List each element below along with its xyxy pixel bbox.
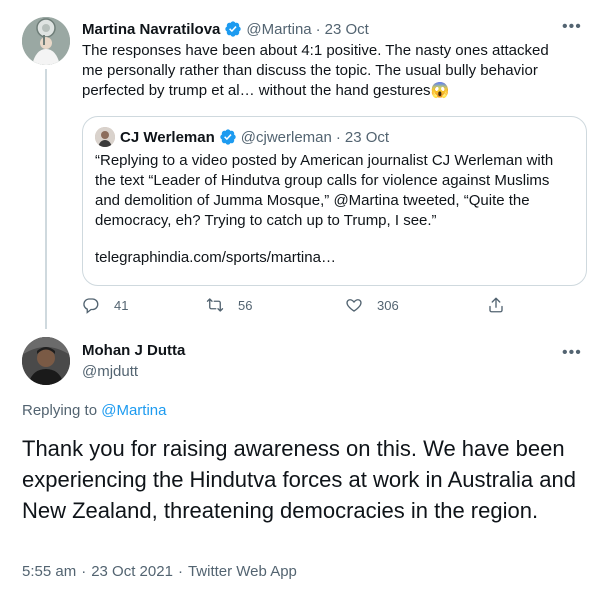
header-separator: · xyxy=(315,20,321,38)
quoted-author-avatar xyxy=(95,127,115,147)
avatar-image xyxy=(22,17,70,65)
author-avatar[interactable] xyxy=(22,17,70,65)
author-name[interactable]: Martina Navratilova xyxy=(82,21,220,38)
tweet-source[interactable]: Twitter Web App xyxy=(188,563,297,580)
share-button[interactable] xyxy=(487,296,505,314)
quoted-tweet-header: CJ Werleman @cjwerleman · 23 Oct xyxy=(120,126,389,148)
quoted-tweet-text: “Replying to a video posted by American … xyxy=(95,152,554,229)
like-button[interactable]: 306 xyxy=(345,296,399,314)
quoted-avatar-image xyxy=(95,127,115,147)
reply-icon xyxy=(83,298,99,314)
more-options-icon[interactable]: ••• xyxy=(562,344,582,362)
author-name[interactable]: Mohan J Dutta xyxy=(82,342,185,359)
tweet-time[interactable]: 5:55 am xyxy=(22,563,76,580)
replying-to-line: Replying to @Martina xyxy=(22,402,166,419)
reply-count: 41 xyxy=(114,297,129,313)
quoted-tweet-card[interactable]: CJ Werleman @cjwerleman · 23 Oct “Replyi… xyxy=(82,116,587,286)
verified-badge-icon xyxy=(225,21,242,37)
quoted-author-handle: @cjwerleman xyxy=(240,128,332,146)
replying-to-prefix: Replying to xyxy=(22,402,98,419)
retweet-count: 56 xyxy=(238,297,253,313)
thread-connector-line xyxy=(45,69,47,329)
retweet-button[interactable]: 56 xyxy=(206,296,252,314)
verified-badge-icon xyxy=(220,129,236,145)
quoted-header-separator: · xyxy=(335,128,341,146)
quoted-tweet-link[interactable]: telegraphindia.com/sports/martina… xyxy=(95,248,570,268)
quoted-tweet-date: 23 Oct xyxy=(344,128,390,146)
tweet-text: Thank you for raising awareness on this.… xyxy=(22,436,576,523)
tweet-header: Martina Navratilova @Martina · 23 Oct xyxy=(82,18,369,40)
meta-separator-1: · xyxy=(81,563,87,580)
tweet-date[interactable]: 23 Oct 2021 xyxy=(91,563,173,580)
reply-button[interactable]: 41 xyxy=(82,296,128,314)
author-avatar[interactable] xyxy=(22,337,70,385)
share-icon xyxy=(489,297,503,313)
more-options-icon[interactable]: ••• xyxy=(562,18,582,36)
meta-separator-2: · xyxy=(177,563,183,580)
avatar-image xyxy=(22,337,70,385)
tweet-meta: 5:55 am · 23 Oct 2021 · Twitter Web App xyxy=(22,563,297,580)
like-count: 306 xyxy=(377,297,399,313)
heart-icon xyxy=(346,299,362,312)
tweet-date[interactable]: 23 Oct xyxy=(325,21,369,38)
retweet-icon xyxy=(206,298,224,312)
tweet-text: The responses have been about 4:1 positi… xyxy=(82,42,549,99)
quoted-author-name: CJ Werleman xyxy=(120,128,215,146)
replying-to-handle[interactable]: @Martina xyxy=(101,402,166,419)
author-handle[interactable]: @mjdutt xyxy=(82,363,138,380)
author-handle[interactable]: @Martina xyxy=(246,21,311,38)
